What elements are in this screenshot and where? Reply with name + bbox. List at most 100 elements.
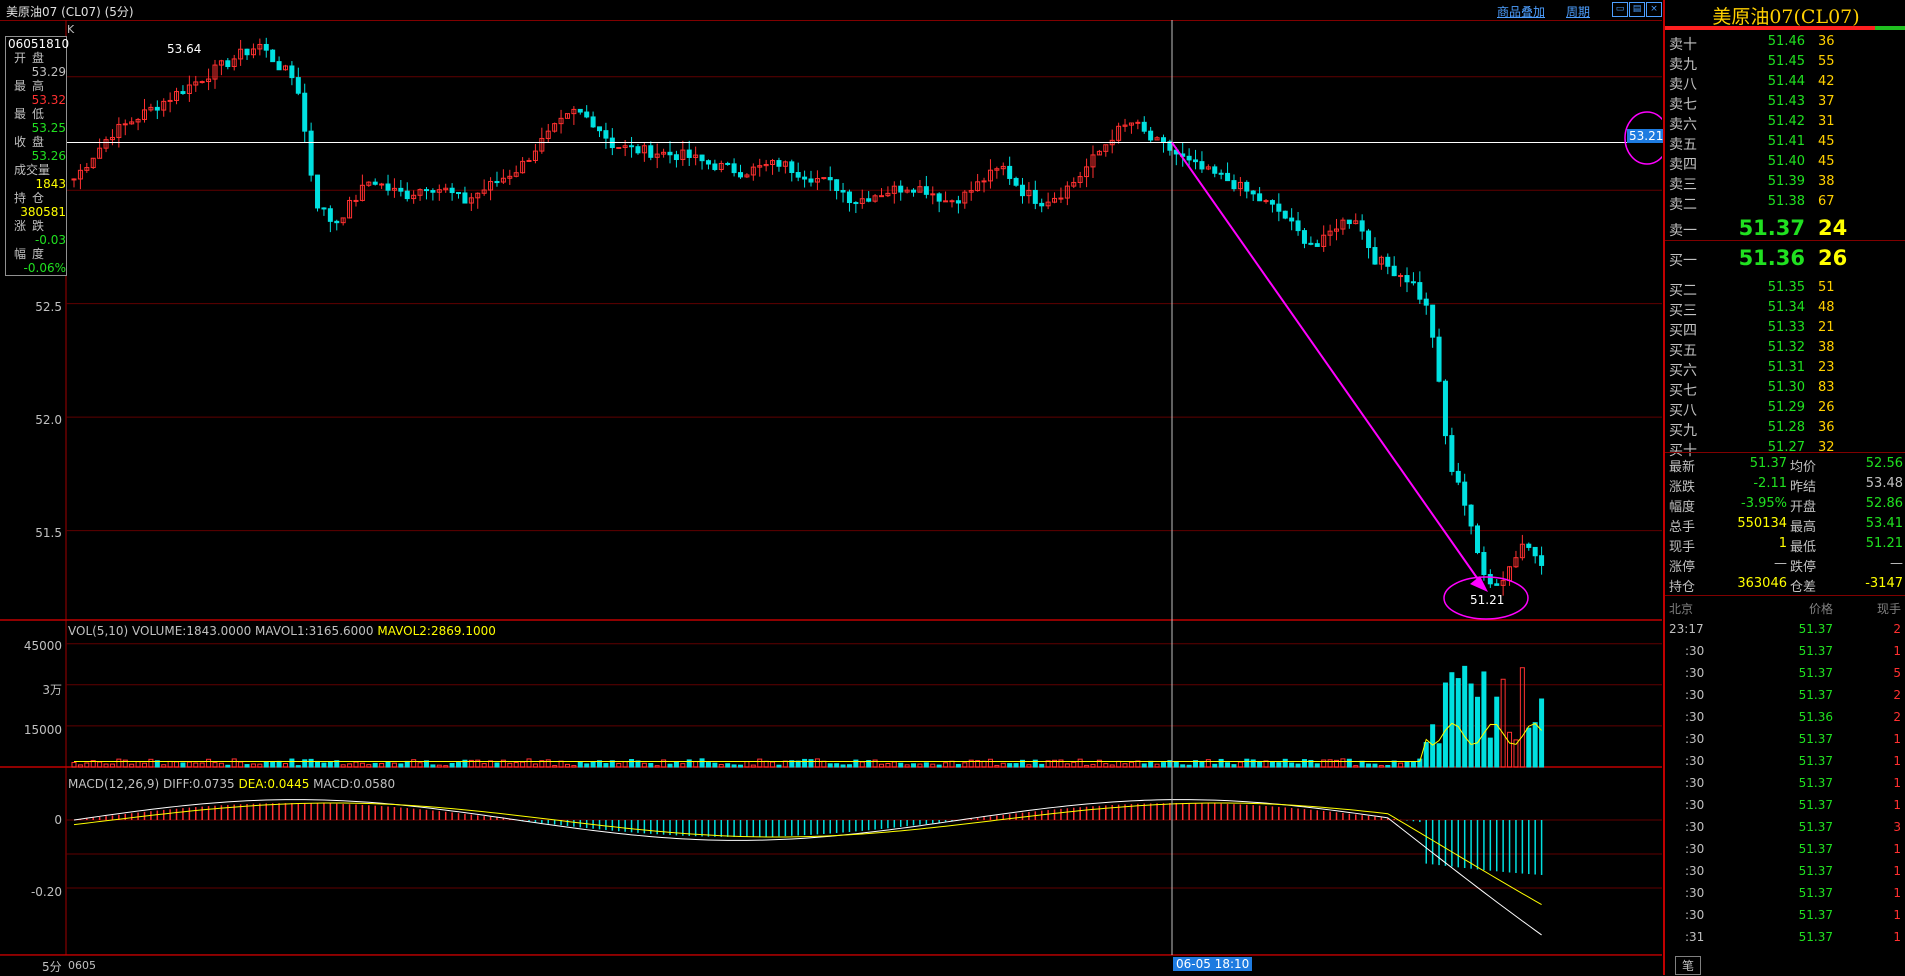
tick-volume: 1 (1893, 754, 1901, 768)
bid-volume: 83 (1818, 380, 1835, 395)
volume-bar (1372, 763, 1378, 768)
candle-body (853, 202, 859, 205)
candle-body (1417, 282, 1423, 300)
ohlc-value-7: -0.06% (23, 261, 66, 275)
candle-body (577, 108, 583, 113)
volume-bar (411, 759, 417, 768)
ask-row: 卖十 51.46 36 (1665, 32, 1905, 53)
ohlc-info-box: 06051810 开盘 53.29 最高 53.32 最低 53.25 收盘 53.26 成交量… (5, 36, 69, 276)
ask-price: 51.44 (1767, 74, 1805, 89)
volume-bar (725, 763, 731, 768)
volume-bar (930, 763, 936, 768)
tick-row: :31 51.37 1 (1665, 926, 1905, 948)
ask-label: 卖四 (1669, 157, 1697, 173)
vol-tick-30000: 3万 (42, 683, 62, 697)
tile-icon[interactable]: ▤ (1629, 2, 1645, 17)
tick-time: :30 (1685, 710, 1705, 724)
volume-bar (1173, 761, 1179, 768)
tick-volume: 1 (1893, 798, 1901, 812)
bid-label: 买一 (1669, 253, 1697, 269)
ohlc-label-4: 成交量 (14, 163, 51, 177)
candle-body (1423, 298, 1429, 306)
candle-body (590, 116, 596, 128)
bid-row: 买七 51.30 83 (1665, 378, 1905, 399)
macd-tick-0: 0 (54, 813, 62, 827)
ohlc-value-0: 53.29 (31, 65, 66, 79)
volume-bar (1423, 742, 1429, 768)
tick-price: 51.37 (1798, 776, 1833, 790)
candle-body (1269, 200, 1275, 205)
volume-bar (1494, 696, 1500, 768)
candle-body (1295, 220, 1301, 232)
volume-bar (1539, 698, 1545, 768)
volume-bar (898, 762, 904, 768)
bid-price: 51.31 (1767, 360, 1805, 375)
candle-body (635, 146, 641, 154)
ask-label: 卖十 (1669, 37, 1697, 53)
tick-volume: 1 (1893, 930, 1901, 944)
candle-body (270, 49, 276, 63)
ask-volume: 36 (1818, 34, 1835, 49)
volume-bar (590, 761, 596, 768)
candle-body (1257, 193, 1263, 202)
stat-value: 550134 (1737, 516, 1787, 531)
volume-bar (372, 762, 378, 768)
candlestick-series (71, 37, 1545, 596)
candle-body (199, 81, 205, 84)
overlay-link[interactable]: 商品叠加 (1497, 3, 1545, 20)
ask-volume: 37 (1818, 94, 1835, 109)
tick-time: :30 (1685, 820, 1705, 834)
candle-body (1359, 220, 1365, 232)
chart-canvas[interactable] (0, 20, 1662, 975)
volume-bar (276, 760, 282, 768)
volume-bar (1276, 762, 1282, 768)
tick-time: :31 (1685, 930, 1705, 944)
candle-body (321, 207, 327, 210)
stat-label: 涨跌 (1669, 480, 1696, 495)
volume-bar (923, 762, 929, 768)
ticks-tab[interactable]: 笔 (1675, 956, 1702, 975)
high-annotation: 53.64 (167, 42, 202, 56)
candle-body (930, 193, 936, 196)
tick-volume: 1 (1893, 732, 1901, 746)
period-tab[interactable]: 5分 (42, 958, 62, 975)
volume-bar (308, 758, 314, 768)
volume-bar (1269, 761, 1275, 768)
volume-bar (97, 761, 103, 768)
period-link[interactable]: 周期 (1566, 3, 1590, 20)
stats-row: 持仓 363046 仓差 -3147 (1665, 574, 1905, 595)
volume-bar (782, 760, 788, 768)
volume-bars (71, 665, 1545, 768)
tick-time: :30 (1685, 754, 1705, 768)
bid-price: 51.33 (1767, 320, 1805, 335)
ticks-vol-header: 现手 (1876, 602, 1901, 616)
stat-label: 昨结 (1790, 480, 1817, 495)
candle-body (911, 189, 917, 193)
stat-label: 幅度 (1669, 500, 1696, 515)
volume-bar (289, 758, 295, 768)
stats-row: 现手 1 最低 51.21 (1665, 534, 1905, 555)
tick-price: 51.36 (1798, 710, 1833, 724)
ticks-price-header: 价格 (1808, 602, 1833, 616)
y-tick-52-0: 52.0 (35, 413, 62, 427)
bid-volume: 36 (1818, 420, 1835, 435)
bid-label: 买九 (1669, 423, 1697, 439)
volume-bar (808, 759, 814, 768)
candle-body (1193, 159, 1199, 163)
ohlc-label-6: 涨跌 (14, 219, 51, 233)
volume-bar (757, 758, 763, 768)
candle-body (981, 180, 987, 183)
volume-bar (1007, 763, 1013, 768)
close-icon[interactable]: × (1646, 2, 1662, 17)
stat-value: -3.95% (1741, 496, 1787, 511)
volume-bar (1109, 764, 1115, 768)
tick-price: 51.37 (1798, 842, 1833, 856)
volume-bar (718, 763, 724, 768)
volume-bar (1244, 758, 1250, 768)
volume-bar (763, 760, 769, 768)
volume-bar (1507, 731, 1513, 768)
restore-icon[interactable]: ▭ (1612, 2, 1628, 17)
volume-bar (1180, 764, 1186, 768)
stats-row: 总手 550134 最高 53.41 (1665, 514, 1905, 535)
ask-row: 卖八 51.44 42 (1665, 72, 1905, 93)
